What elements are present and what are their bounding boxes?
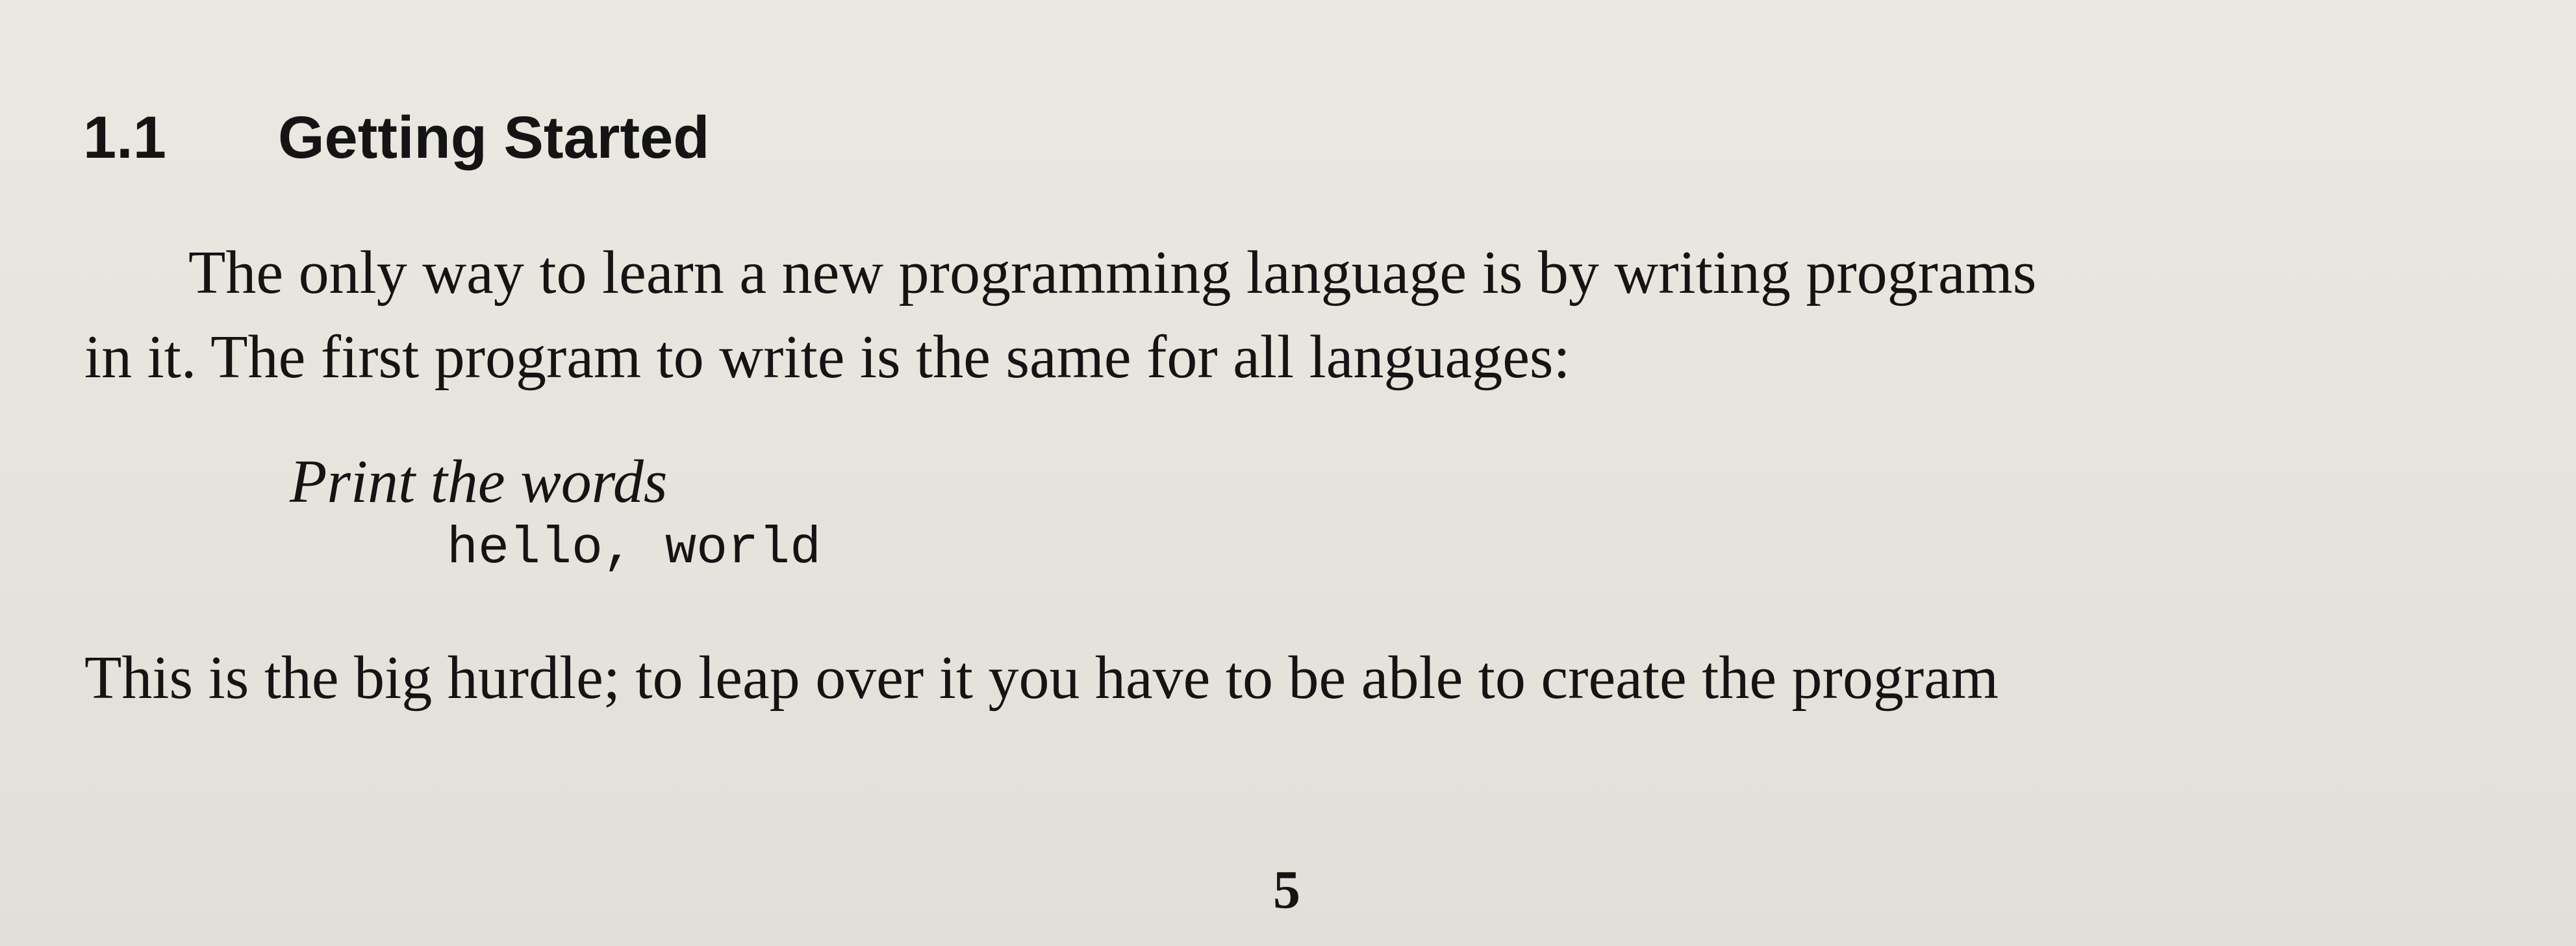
paragraph-line: The only way to learn a new programming … xyxy=(188,239,2037,306)
example-instruction: Print the words xyxy=(290,448,668,516)
book-page: 1.1 Getting Started The only way to learn… xyxy=(0,0,2576,946)
section-heading: 1.1 Getting Started xyxy=(83,104,709,172)
paragraph-line: This is the big hurdle; to leap over it … xyxy=(84,644,1999,712)
paragraph-line: in it. The first program to write is the… xyxy=(84,323,1571,391)
code-example: hello, world xyxy=(447,519,822,579)
section-title: Getting Started xyxy=(278,105,710,171)
section-number: 1.1 xyxy=(83,105,166,171)
page-number: 5 xyxy=(1273,860,1300,920)
